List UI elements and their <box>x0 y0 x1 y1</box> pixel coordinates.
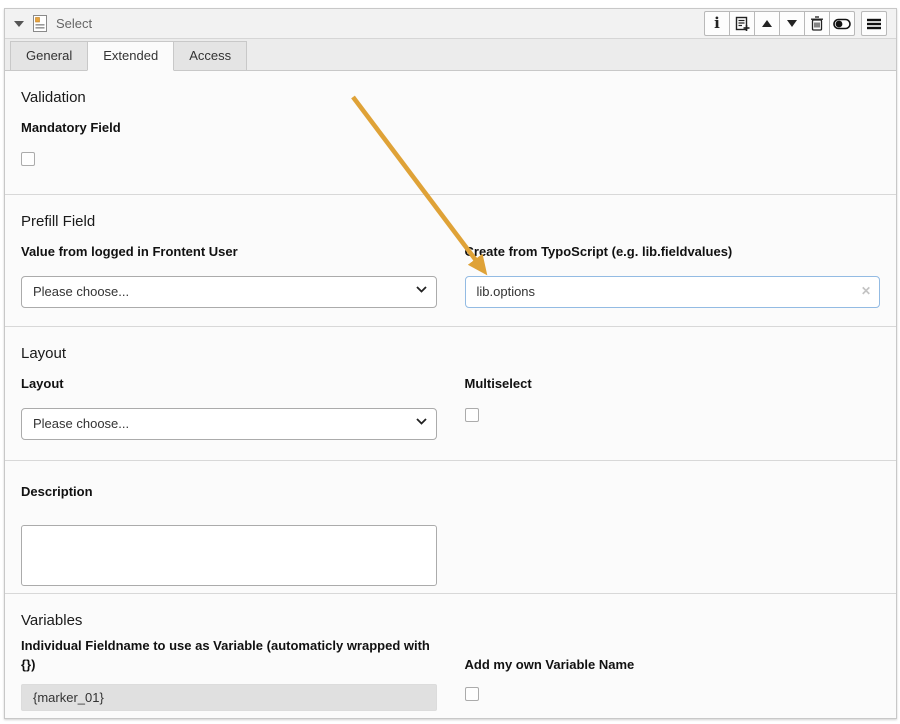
fieldname-variable-readonly-input <box>21 684 437 711</box>
clear-input-icon[interactable]: ✕ <box>861 285 871 297</box>
feuser-value-select[interactable]: Please choose... <box>21 276 437 308</box>
section-title-layout: Layout <box>21 345 880 362</box>
section-title-prefill: Prefill Field <box>21 213 880 230</box>
tab-general[interactable]: General <box>10 41 88 71</box>
section-title-validation: Validation <box>21 89 880 106</box>
content-element-icon <box>33 15 48 33</box>
toggle-icon <box>833 18 851 30</box>
toggle-visibility-button[interactable] <box>829 11 855 36</box>
tab-bar: General Extended Access <box>5 39 896 71</box>
feuser-value-label: Value from logged in Frontent User <box>21 243 437 262</box>
move-down-button[interactable] <box>779 11 805 36</box>
trash-icon <box>810 16 824 31</box>
section-validation: Validation Mandatory Field <box>5 71 896 194</box>
delete-button[interactable] <box>804 11 830 36</box>
move-up-button[interactable] <box>754 11 780 36</box>
mandatory-field-checkbox[interactable] <box>21 152 35 166</box>
description-label: Description <box>21 483 437 502</box>
collapse-caret-icon[interactable] <box>14 21 24 27</box>
arrow-up-icon <box>762 20 772 27</box>
typoscript-label: Create from TypoScript (e.g. lib.fieldva… <box>465 243 881 262</box>
own-variable-checkbox[interactable] <box>465 687 479 701</box>
description-textarea[interactable] <box>21 525 437 586</box>
drag-handle-icon <box>866 18 882 30</box>
typoscript-input[interactable] <box>465 276 881 308</box>
tab-extended[interactable]: Extended <box>87 41 174 71</box>
section-description: Description <box>5 460 896 593</box>
select-element-panel: Select i <box>4 8 897 719</box>
section-prefill: Prefill Field Value from logged in Front… <box>5 194 896 326</box>
multiselect-checkbox[interactable] <box>465 408 479 422</box>
layout-select[interactable]: Please choose... <box>21 408 437 440</box>
layout-label: Layout <box>21 375 437 394</box>
drag-handle-button[interactable] <box>861 11 887 36</box>
fieldname-variable-label: Individual Fieldname to use as Variable … <box>21 637 437 675</box>
info-button[interactable]: i <box>704 11 730 36</box>
element-title: Select <box>56 16 92 31</box>
section-title-variables: Variables <box>21 612 880 629</box>
element-toolbar: i <box>704 11 855 36</box>
info-icon: i <box>714 16 720 31</box>
duplicate-icon <box>735 16 750 31</box>
mandatory-field-label: Mandatory Field <box>21 119 880 138</box>
own-variable-label: Add my own Variable Name <box>465 656 881 675</box>
duplicate-button[interactable] <box>729 11 755 36</box>
arrow-down-icon <box>787 20 797 27</box>
multiselect-label: Multiselect <box>465 375 881 394</box>
tab-access[interactable]: Access <box>173 41 247 71</box>
section-layout: Layout Layout Please choose... Multisele… <box>5 326 896 460</box>
section-variables: Variables Individual Fieldname to use as… <box>5 593 896 720</box>
element-header: Select i <box>5 9 896 39</box>
